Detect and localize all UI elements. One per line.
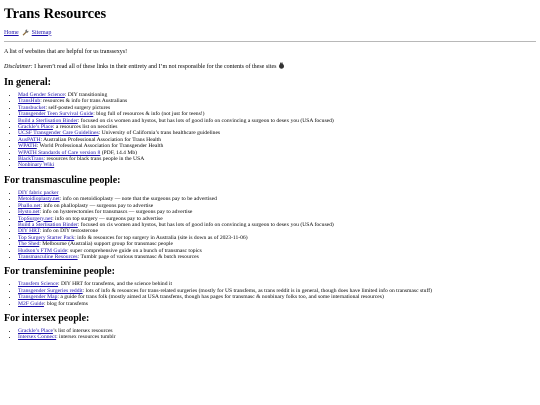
hand-emoji-icon <box>278 62 285 69</box>
resource-link[interactable]: Phallo.net <box>18 203 41 209</box>
resource-list: Grackle’s Place’s list of intersex resou… <box>4 328 536 341</box>
section-heading-for-transfeminine-people: For transfeminine people: <box>4 266 115 278</box>
resource-link[interactable]: Transbucket <box>18 105 45 111</box>
resource-link[interactable]: M2F Guide <box>18 301 44 307</box>
intro-text: A list of websites that are helpful for … <box>4 49 128 55</box>
divider <box>4 41 536 42</box>
section-heading-for-transmasculine-people: For transmasculine people: <box>4 174 121 186</box>
resource-description: : self-posted surgery pictures <box>45 104 111 111</box>
section-heading-in-general: In general: <box>4 77 51 88</box>
resource-description: : focused on cis women and hystos, but h… <box>77 221 334 228</box>
resource-link[interactable]: AusPATH <box>18 137 41 143</box>
resource-link[interactable]: BlackTrans <box>18 156 44 162</box>
resource-description: : Australian Professional Association fo… <box>40 136 162 143</box>
resource-description: : lots of info & resources for trans-rel… <box>82 287 432 294</box>
resource-description: : info & resources for top surgery in Au… <box>74 234 248 241</box>
resource-link[interactable]: WPATH <box>18 143 37 149</box>
resource-link[interactable]: DIY fabric packer <box>18 190 58 196</box>
resource-description: : info on DIY testosterone <box>39 228 98 235</box>
resource-list: Mad Gender Science: DIY transitioningTra… <box>4 92 536 169</box>
resource-link[interactable]: TransHub <box>18 98 40 104</box>
resource-link[interactable]: Build a Sterlisation Binder <box>18 222 78 228</box>
resource-description: : info on top surgery — surgeons pay to … <box>52 215 163 222</box>
list-item: Nonbinary Wiki <box>18 162 536 168</box>
resource-link[interactable]: Transmasculine Resources <box>18 254 78 260</box>
resource-description: : blog for transfems <box>43 300 88 307</box>
resource-description: : DIY HRT for transfems, and the science… <box>58 281 173 288</box>
resource-description: : focused on cis women and hystos, but h… <box>77 117 334 124</box>
resource-description: : info on phalloplasty — surgeons pay to… <box>40 202 154 209</box>
list-item: Transmasculine Resources: Tumblr page of… <box>18 254 536 260</box>
resource-link[interactable]: WPATH Standards of Care version 8 <box>18 150 100 156</box>
resource-sections: In general: Mad Gender Science: DIY trans… <box>4 77 536 341</box>
resource-link[interactable]: Transgender Map <box>18 294 57 300</box>
resource-link[interactable]: Transfem Science <box>18 281 58 287</box>
resource-description: : Melbourne (Australia) support group fo… <box>39 241 174 248</box>
resource-description: : World Professional Association for Tra… <box>36 143 164 150</box>
list-item: M2F Guide: blog for transfems <box>18 301 536 307</box>
resource-link[interactable]: Hudson’s FTM Guide <box>18 248 67 254</box>
page-title: Trans Resources <box>4 6 107 22</box>
resource-description: : info on hysterectomies for transmascs … <box>39 209 193 216</box>
resource-description: ’s list of intersex resources <box>52 327 113 334</box>
sitemap-link[interactable]: Sitemap <box>32 30 52 36</box>
resource-description: : Tumblr page of various transmasc & but… <box>77 253 199 260</box>
resource-link[interactable]: Metoidioplasty.net <box>18 196 60 202</box>
list-item: Intersex Connect: intersex resources tum… <box>18 334 536 340</box>
resource-description: : intersex resources tumblr <box>56 334 116 341</box>
resource-list: DIY fabric packerMetoidioplasty.net: inf… <box>4 190 536 260</box>
resource-link[interactable]: DIY HRT <box>18 228 40 234</box>
disclaimer: Disclaimer: I haven’t read all of these … <box>4 62 536 71</box>
resource-description: : blog full of resources & info (not jus… <box>93 111 205 118</box>
resource-link[interactable]: UCSF Transgender Care Guidelines <box>18 130 99 136</box>
resource-link[interactable]: Build a Sterlisation Binder <box>18 118 78 124</box>
resource-description: : resources for black trans people in th… <box>43 156 145 163</box>
resource-link[interactable]: Grackle’s Place <box>18 328 53 334</box>
resource-link[interactable]: Top Surgery Starter Pack <box>18 235 74 241</box>
wrench-icon <box>22 29 29 36</box>
resource-description: (PDF, 14.4 Mb) <box>100 149 137 156</box>
resource-description: : University of California’s trans healt… <box>98 130 221 137</box>
resource-link[interactable]: The Shed <box>18 241 39 247</box>
breadcrumb: Home Sitemap <box>4 29 536 36</box>
disclaimer-label: Disclaimer: <box>4 64 33 70</box>
resource-link[interactable]: Hysto.net <box>18 209 40 215</box>
resource-description: : info on metoidioplasty — note that the… <box>59 196 217 203</box>
resource-link[interactable]: Nonbinary Wiki <box>18 162 54 168</box>
resource-link[interactable]: Transgender Surgeries reddit <box>18 288 83 294</box>
disclaimer-text: I haven’t read all of these links in the… <box>34 64 277 70</box>
page: Trans Resources Home Sitemap A list of w… <box>0 0 540 341</box>
resource-description: : a guide for trans folk (mostly aimed a… <box>57 294 384 301</box>
section-heading-for-intersex-people: For intersex people: <box>4 312 90 324</box>
resource-link[interactable]: TopSurgery.net <box>18 216 52 222</box>
resource-link[interactable]: Intersex Connect <box>18 334 56 340</box>
resource-description: : resources & info for trans Australians <box>40 98 128 105</box>
resource-link[interactable]: Transgender Teen Survival Guide <box>18 111 93 117</box>
resource-list: Transfem Science: DIY HRT for transfems,… <box>4 281 536 307</box>
resource-description: : super comprehensive guide on a bunch o… <box>67 247 202 254</box>
home-link[interactable]: Home <box>4 30 19 36</box>
